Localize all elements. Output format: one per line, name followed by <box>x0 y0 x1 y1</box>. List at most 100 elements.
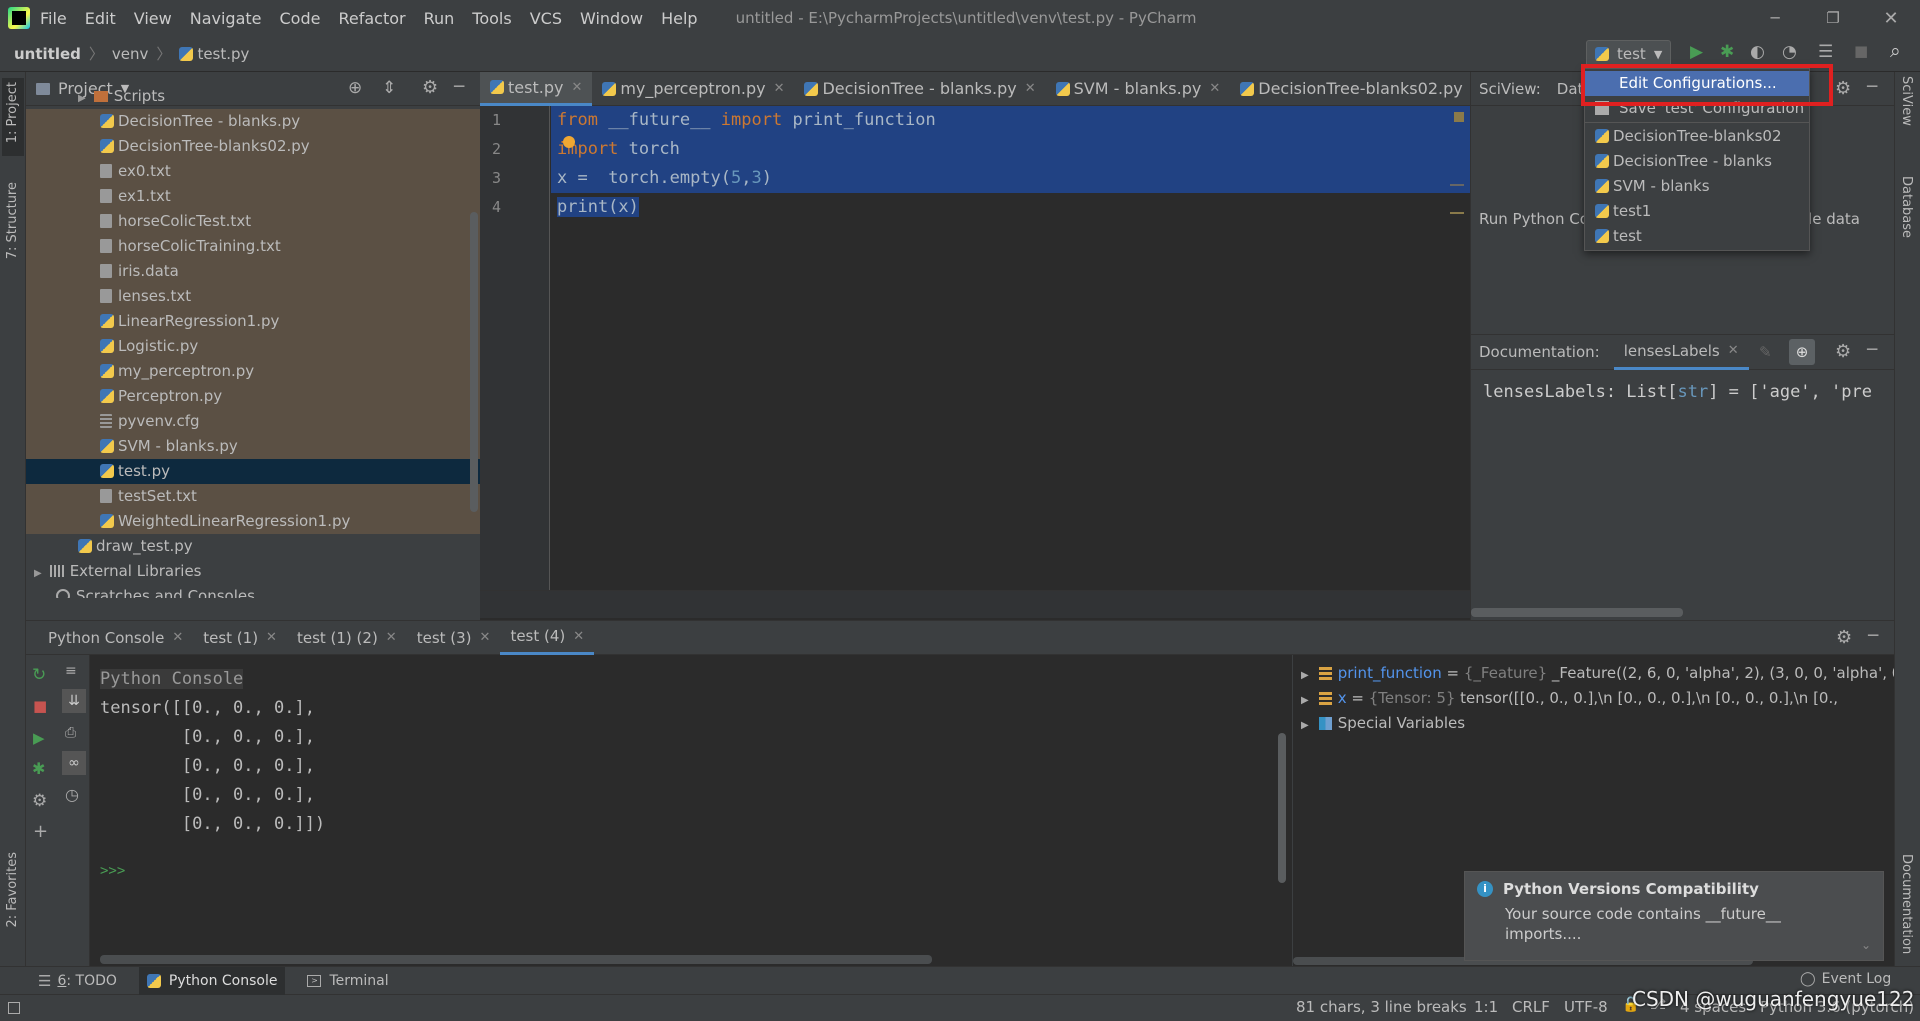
editor-tab-decisiontree-blanks02[interactable]: DecisionTree-blanks02.py <box>1230 72 1472 106</box>
database-tool-tab[interactable]: Database <box>1899 176 1914 242</box>
documentation-tool-tab[interactable]: Documentation <box>1899 854 1914 958</box>
structure-tool-tab[interactable]: 7: Structure <box>2 182 20 263</box>
close-tab-icon[interactable]: ✕ <box>480 630 491 645</box>
breadcrumb-file[interactable]: test.py <box>197 45 249 63</box>
expand-arrow-icon[interactable]: ▶ <box>34 568 42 579</box>
variable-row[interactable]: ▶ x = {Tensor: 5} tensor([[0., 0., 0.],\n… <box>1293 686 1894 711</box>
terminal-tool-button[interactable]: > Terminal <box>307 973 389 989</box>
editor-tab-test[interactable]: test.py ✕ <box>480 71 593 106</box>
config-item-decisiontree-blanks02[interactable]: DecisionTree-blanks02 <box>1585 124 1809 149</box>
documentation-tab[interactable]: lensesLabels ✕ <box>1613 334 1749 370</box>
chevron-down-icon[interactable]: ⌄ <box>1861 938 1871 952</box>
show-variables-icon[interactable]: ∞ <box>62 751 86 775</box>
hide-panel-icon[interactable]: ─ <box>1867 340 1877 360</box>
project-tree-item[interactable]: ex1.txt <box>26 184 480 209</box>
project-tree-item[interactable]: Perceptron.py <box>26 384 480 409</box>
project-tree-item[interactable]: Scratches and Consoles <box>26 584 480 598</box>
favorites-tool-tab[interactable]: 2: Favorites <box>2 852 20 932</box>
tree-scrollbar[interactable] <box>470 212 478 512</box>
expand-arrow-icon[interactable]: ▶ <box>1301 720 1309 731</box>
soft-wrap-icon[interactable]: ≡ <box>65 663 77 679</box>
python-console-tool-button[interactable]: Python Console <box>138 966 286 995</box>
sciview-tool-tab[interactable]: SciView <box>1899 76 1914 130</box>
breadcrumb-venv[interactable]: venv <box>112 45 149 63</box>
print-icon[interactable]: ⎙ <box>65 725 76 741</box>
status-caret-position[interactable]: 1:1 <box>1474 998 1498 1016</box>
debug-console-icon[interactable]: ✱ <box>32 759 45 778</box>
settings-icon[interactable]: ⚙ <box>32 791 47 811</box>
intention-bulb-icon[interactable] <box>563 136 575 148</box>
project-tree-item[interactable]: pyvenv.cfg <box>26 409 480 434</box>
menu-run[interactable]: Run <box>424 9 455 28</box>
event-log-button[interactable]: ◯ Event Log <box>1800 971 1891 987</box>
history-icon[interactable]: ◷ <box>65 785 79 804</box>
menu-help[interactable]: Help <box>661 9 697 28</box>
menu-window[interactable]: Window <box>580 9 643 28</box>
project-tree-item[interactable]: draw_test.py <box>26 534 480 559</box>
project-tree-item[interactable]: lenses.txt <box>26 284 480 309</box>
scroll-to-end-icon[interactable]: ⇊ <box>62 689 86 713</box>
hide-panel-icon[interactable]: ─ <box>1867 77 1877 97</box>
menu-file[interactable]: File <box>40 9 67 28</box>
hide-panel-icon[interactable]: ─ <box>1868 626 1878 646</box>
gear-icon[interactable]: ⚙ <box>1835 341 1851 362</box>
console-h-scrollbar[interactable] <box>100 955 932 964</box>
console-tab-test-1-2[interactable]: test (1) (2) ✕ <box>287 621 407 655</box>
config-item-test[interactable]: test <box>1585 224 1809 249</box>
config-item-test1[interactable]: test1 <box>1585 199 1809 224</box>
variable-row[interactable]: ▶ print_function = {_Feature} _Feature((2… <box>1293 661 1894 686</box>
project-tree-item[interactable]: test.py <box>26 459 480 484</box>
project-tree-item[interactable]: ex0.txt <box>26 159 480 184</box>
project-tree-item[interactable]: horseColicTest.txt <box>26 209 480 234</box>
console-tab-test-4[interactable]: test (4) ✕ <box>500 621 595 655</box>
project-tree-item[interactable]: testSet.txt <box>26 484 480 509</box>
run-icon[interactable]: ▶ <box>1690 42 1703 62</box>
menu-view[interactable]: View <box>134 9 172 28</box>
restore-icon[interactable]: ❐ <box>1804 9 1862 27</box>
project-tree-item[interactable]: ▶ Scripts <box>26 84 480 109</box>
minimize-icon[interactable]: ─ <box>1746 9 1804 27</box>
console-tab-test-1[interactable]: test (1) ✕ <box>193 621 287 655</box>
execute-icon[interactable]: ▶ <box>33 729 45 747</box>
close-tab-icon[interactable]: ✕ <box>571 80 582 95</box>
code-area[interactable]: from __future__ import print_function im… <box>551 106 1470 590</box>
status-line-separator[interactable]: CRLF <box>1512 998 1550 1016</box>
search-everywhere-icon[interactable]: ⌕ <box>1890 40 1901 62</box>
project-tree-item[interactable]: LinearRegression1.py <box>26 309 480 334</box>
concurrency-icon[interactable]: ☰ <box>1818 42 1833 62</box>
project-tree-item[interactable]: DecisionTree - blanks.py <box>26 109 480 134</box>
config-item-decisiontree-blanks[interactable]: DecisionTree - blanks <box>1585 149 1809 174</box>
stop-console-icon[interactable]: ■ <box>33 697 47 715</box>
expand-arrow-icon[interactable]: ▶ <box>1301 695 1309 706</box>
editor-tab-decisiontree-blanks[interactable]: DecisionTree - blanks.py ✕ <box>794 72 1045 106</box>
status-encoding[interactable]: UTF-8 <box>1564 998 1608 1016</box>
close-tab-icon[interactable]: ✕ <box>172 630 183 645</box>
close-tab-icon[interactable]: ✕ <box>573 629 584 644</box>
project-tree-item[interactable]: DecisionTree-blanks02.py <box>26 134 480 159</box>
notification-balloon[interactable]: i Python Versions Compatibility Your sou… <box>1464 871 1884 961</box>
project-tool-tab[interactable]: 1: Project <box>2 78 24 156</box>
close-tab-icon[interactable]: ✕ <box>386 630 397 645</box>
stop-icon[interactable]: ■ <box>1854 42 1868 60</box>
editor-tab-svm-blanks[interactable]: SVM - blanks.py ✕ <box>1046 72 1231 106</box>
menu-vcs[interactable]: VCS <box>530 9 562 28</box>
variable-row[interactable]: ▶ Special Variables <box>1293 711 1894 736</box>
project-tree-item[interactable]: my_perceptron.py <box>26 359 480 384</box>
add-console-icon[interactable]: + <box>33 821 48 842</box>
toggle-tool-windows-icon[interactable] <box>8 1002 20 1014</box>
expand-arrow-icon[interactable]: ▶ <box>1301 670 1309 681</box>
edit-source-icon[interactable]: ✎ <box>1759 343 1772 361</box>
config-item-svm-blanks[interactable]: SVM - blanks <box>1585 174 1809 199</box>
close-tab-icon[interactable]: ✕ <box>1025 81 1036 96</box>
gear-icon[interactable]: ⚙ <box>1835 78 1851 99</box>
close-window-icon[interactable]: ✕ <box>1862 8 1920 29</box>
editor-h-scrollbar[interactable] <box>480 590 1470 618</box>
project-tree-item[interactable]: horseColicTraining.txt <box>26 234 480 259</box>
console-tab-python-console[interactable]: Python Console ✕ <box>38 621 193 655</box>
todo-tool-button[interactable]: ☰ 6: TODO <box>38 972 117 990</box>
rerun-icon[interactable]: ↻ <box>32 665 46 685</box>
gear-icon[interactable]: ⚙ <box>1836 627 1852 648</box>
console-tab-test-3[interactable]: test (3) ✕ <box>407 621 501 655</box>
project-tree-item[interactable]: WeightedLinearRegression1.py <box>26 509 480 534</box>
coverage-icon[interactable]: ◐ <box>1750 42 1765 62</box>
